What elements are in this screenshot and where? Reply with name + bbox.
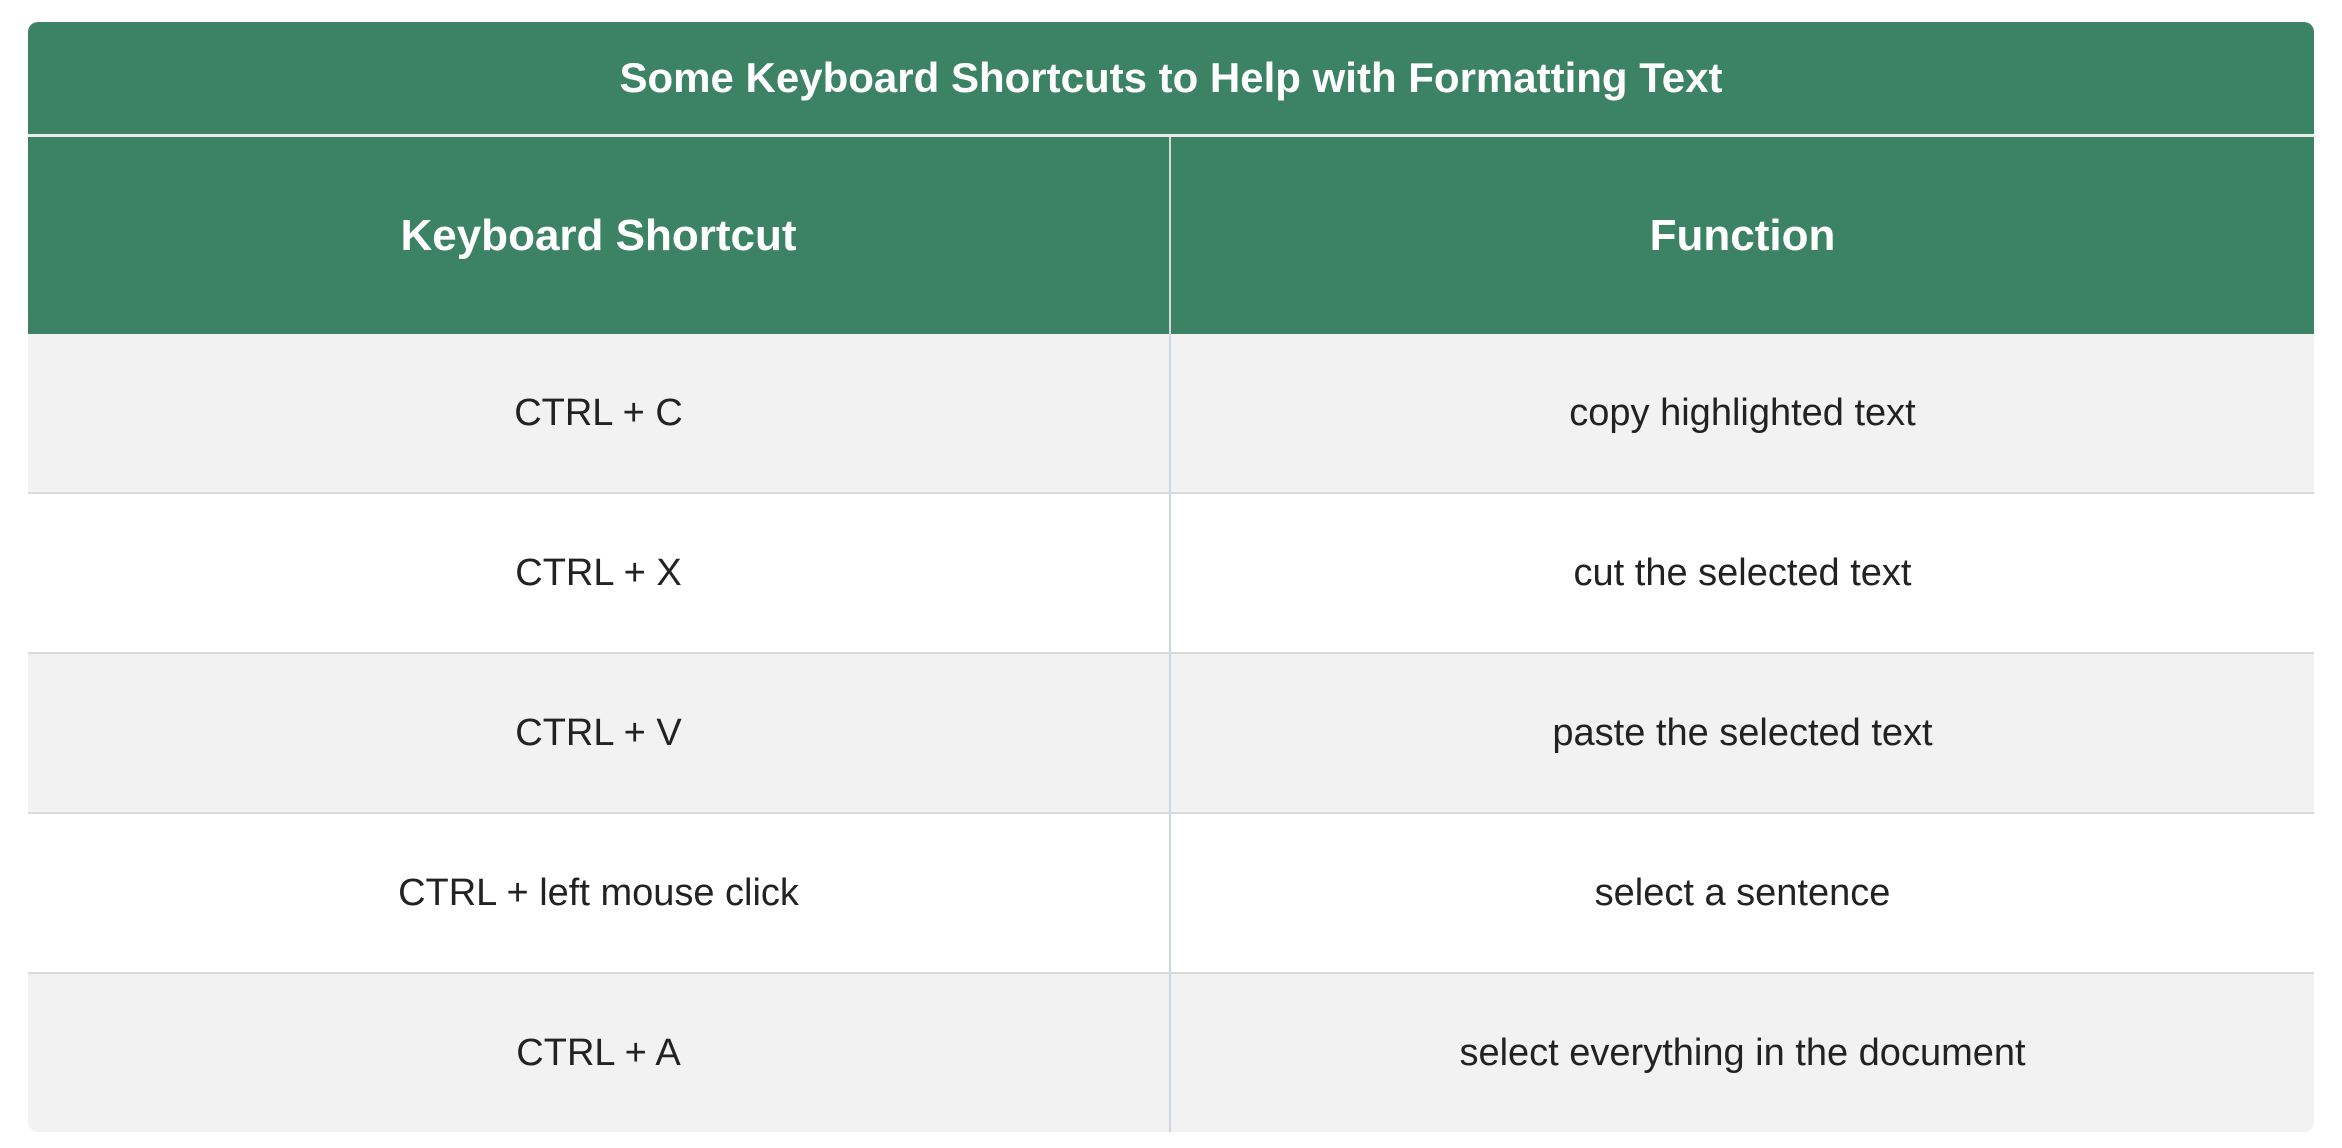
function-cell: cut the selected text [1170, 493, 2314, 654]
column-header-function: Function [1170, 135, 2314, 334]
shortcuts-table-container: Some Keyboard Shortcuts to Help with For… [28, 22, 2314, 1132]
table-row: CTRL + A select everything in the docume… [28, 973, 2314, 1132]
column-header-keyboard-shortcut: Keyboard Shortcut [28, 135, 1171, 334]
shortcut-cell: CTRL + X [28, 493, 1171, 654]
shortcut-cell: CTRL + left mouse click [28, 813, 1171, 974]
function-cell: select a sentence [1170, 813, 2314, 974]
shortcut-cell: CTRL + V [28, 653, 1171, 814]
table-row: CTRL + X cut the selected text [28, 493, 2314, 654]
function-cell: paste the selected text [1170, 653, 2314, 814]
table-title-row: Some Keyboard Shortcuts to Help with For… [28, 22, 2314, 137]
shortcut-cell: CTRL + C [28, 334, 1171, 494]
shortcut-cell: CTRL + A [28, 973, 1171, 1132]
function-cell: select everything in the document [1170, 973, 2314, 1132]
table-title: Some Keyboard Shortcuts to Help with For… [28, 22, 2314, 137]
function-cell: copy highlighted text [1170, 334, 2314, 494]
table-row: CTRL + V paste the selected text [28, 653, 2314, 814]
table-header-row: Keyboard Shortcut Function [28, 135, 2314, 334]
table-row: CTRL + left mouse click select a sentenc… [28, 813, 2314, 974]
table-row: CTRL + C copy highlighted text [28, 334, 2314, 494]
shortcuts-table: Some Keyboard Shortcuts to Help with For… [28, 22, 2314, 1132]
